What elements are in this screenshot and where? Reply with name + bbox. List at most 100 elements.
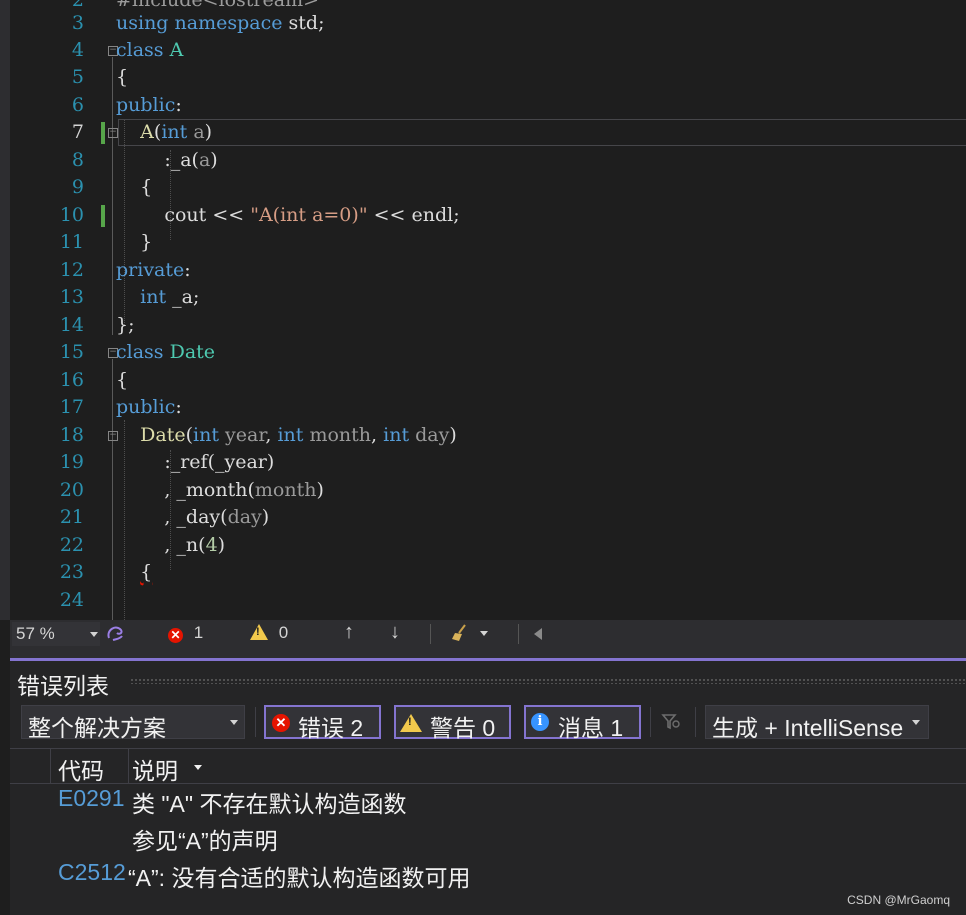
toolbar-separator bbox=[255, 707, 256, 737]
messages-filter-label: 消息 1 bbox=[558, 715, 624, 741]
code-line[interactable]: } bbox=[116, 229, 152, 256]
error-list-header: 代码 说明 bbox=[10, 748, 966, 784]
line-number: 6 bbox=[71, 94, 84, 116]
code-line[interactable]: public: bbox=[116, 92, 182, 119]
line-number: 22 bbox=[59, 534, 84, 556]
status-separator bbox=[430, 624, 431, 644]
column-header-code[interactable]: 代码 bbox=[58, 752, 104, 786]
messages-filter-button[interactable]: i 消息 1 bbox=[524, 705, 641, 741]
code-line[interactable]: using namespace std; bbox=[116, 10, 324, 37]
line-number: 24 bbox=[59, 589, 84, 611]
error-description: 参见“A”的声明 bbox=[132, 828, 278, 854]
watermark: CSDN @MrGaomq bbox=[847, 893, 950, 907]
intellicode-icon[interactable] bbox=[104, 622, 126, 649]
arrow-down-icon[interactable]: ↓ bbox=[390, 621, 400, 644]
warning-icon bbox=[400, 714, 422, 732]
code-line[interactable]: class Date bbox=[116, 339, 215, 366]
line-number: 4 bbox=[71, 39, 84, 61]
error-icon: ✕ bbox=[272, 714, 290, 732]
line-number: 21 bbox=[59, 506, 84, 528]
fold-line bbox=[112, 359, 113, 620]
editor-left-margin bbox=[0, 0, 10, 620]
line-number: 20 bbox=[59, 479, 84, 501]
toolbar-separator bbox=[650, 707, 651, 737]
current-line-highlight bbox=[118, 119, 966, 146]
code-line[interactable]: public: bbox=[116, 394, 182, 421]
code-line[interactable]: { bbox=[116, 559, 152, 586]
warning-count: 0 bbox=[278, 623, 289, 642]
column-header-description[interactable]: 说明 bbox=[132, 752, 178, 786]
chevron-down-icon bbox=[90, 632, 98, 637]
panel-title: 错误列表 bbox=[17, 673, 109, 699]
panel-splitter[interactable] bbox=[10, 648, 966, 658]
warnings-filter-label: 警告 0 bbox=[430, 715, 496, 741]
code-line[interactable]: { bbox=[116, 367, 128, 394]
line-number: 12 bbox=[59, 259, 84, 281]
scroll-left-icon[interactable] bbox=[534, 628, 542, 640]
code-line[interactable]: :_ref(_year) bbox=[116, 449, 274, 476]
code-line[interactable]: :_a(a) bbox=[116, 147, 217, 174]
error-icon: ✕ bbox=[168, 628, 183, 643]
code-editor[interactable]: 2 3 4 5 6 7 8 9 10 11 12 13 14 15 16 17 … bbox=[0, 0, 966, 620]
title-grip[interactable] bbox=[130, 678, 966, 684]
code-line[interactable]: cout << "A(int a=0)" << endl; bbox=[116, 202, 459, 229]
scope-dropdown[interactable]: 整个解决方案 bbox=[21, 705, 245, 741]
sort-dropdown-icon[interactable] bbox=[194, 765, 202, 770]
broom-icon bbox=[452, 624, 466, 641]
warning-count-button[interactable]: 0 bbox=[250, 623, 288, 643]
code-line[interactable]: A(int a) bbox=[116, 119, 212, 146]
filter-icon[interactable] bbox=[660, 711, 682, 738]
change-marker bbox=[101, 122, 105, 144]
code-cleanup-button[interactable] bbox=[450, 622, 488, 649]
line-number: 10 bbox=[59, 204, 84, 226]
chevron-down-icon bbox=[912, 720, 920, 725]
errors-filter-label: 错误 2 bbox=[298, 715, 364, 741]
line-number: 9 bbox=[71, 176, 84, 198]
build-source-value: 生成 + IntelliSense bbox=[712, 715, 904, 739]
error-row[interactable]: E0291 类 "A" 不存在默认构造函数 bbox=[10, 785, 966, 821]
error-code: C2512 bbox=[58, 859, 126, 885]
scope-value: 整个解决方案 bbox=[28, 715, 166, 741]
code-line[interactable]: private: bbox=[116, 257, 191, 284]
arrow-up-icon[interactable]: ↑ bbox=[344, 621, 354, 644]
zoom-dropdown[interactable]: 57 % bbox=[12, 622, 100, 646]
errors-filter-button[interactable]: ✕ 错误 2 bbox=[264, 705, 381, 741]
code-line[interactable]: , _month(month) bbox=[116, 477, 324, 504]
error-count-button[interactable]: ✕ 1 bbox=[168, 623, 203, 643]
error-description: “A”: 没有合适的默认构造函数可用 bbox=[128, 865, 471, 891]
error-count: 1 bbox=[193, 623, 204, 642]
warning-icon bbox=[250, 624, 268, 640]
code-line[interactable]: , _n(4) bbox=[116, 532, 225, 559]
error-code: E0291 bbox=[58, 785, 125, 811]
line-number: 5 bbox=[71, 66, 84, 88]
zoom-level: 57 % bbox=[16, 624, 55, 643]
code-line[interactable]: }; bbox=[116, 312, 135, 339]
line-number: 3 bbox=[71, 12, 84, 34]
line-number: 19 bbox=[59, 451, 84, 473]
status-separator bbox=[518, 624, 519, 644]
code-line[interactable]: Date(int year, int month, int day) bbox=[116, 422, 457, 449]
line-number: 18 bbox=[59, 424, 84, 446]
column-divider[interactable] bbox=[50, 749, 51, 783]
chevron-down-icon bbox=[230, 720, 238, 725]
line-number: 23 bbox=[59, 561, 84, 583]
line-number: 14 bbox=[59, 314, 84, 336]
code-line[interactable]: class A bbox=[116, 37, 183, 64]
code-line[interactable]: { bbox=[116, 174, 152, 201]
line-number-current: 7 bbox=[71, 121, 84, 143]
code-line[interactable]: { bbox=[116, 64, 128, 91]
code-line[interactable]: int _a; bbox=[116, 284, 199, 311]
warnings-filter-button[interactable]: 警告 0 bbox=[394, 705, 511, 741]
toolbar-separator bbox=[695, 707, 696, 737]
change-marker bbox=[101, 205, 105, 227]
info-icon: i bbox=[531, 713, 549, 731]
line-number: 15 bbox=[59, 341, 84, 363]
column-divider[interactable] bbox=[128, 749, 129, 783]
editor-status-bar: 57 % ✕ 1 0 ↑ ↓ bbox=[10, 620, 966, 648]
error-list-panel: 错误列表 整个解决方案 ✕ 错误 2 警告 0 i 消息 1 生成 + Inte… bbox=[10, 661, 966, 915]
fold-line bbox=[112, 57, 113, 335]
code-line[interactable]: , _day(day) bbox=[116, 504, 269, 531]
error-row[interactable]: 参见“A”的声明 bbox=[10, 822, 966, 858]
error-row[interactable]: C2512 “A”: 没有合适的默认构造函数可用 bbox=[10, 859, 966, 895]
build-source-dropdown[interactable]: 生成 + IntelliSense bbox=[705, 705, 929, 739]
